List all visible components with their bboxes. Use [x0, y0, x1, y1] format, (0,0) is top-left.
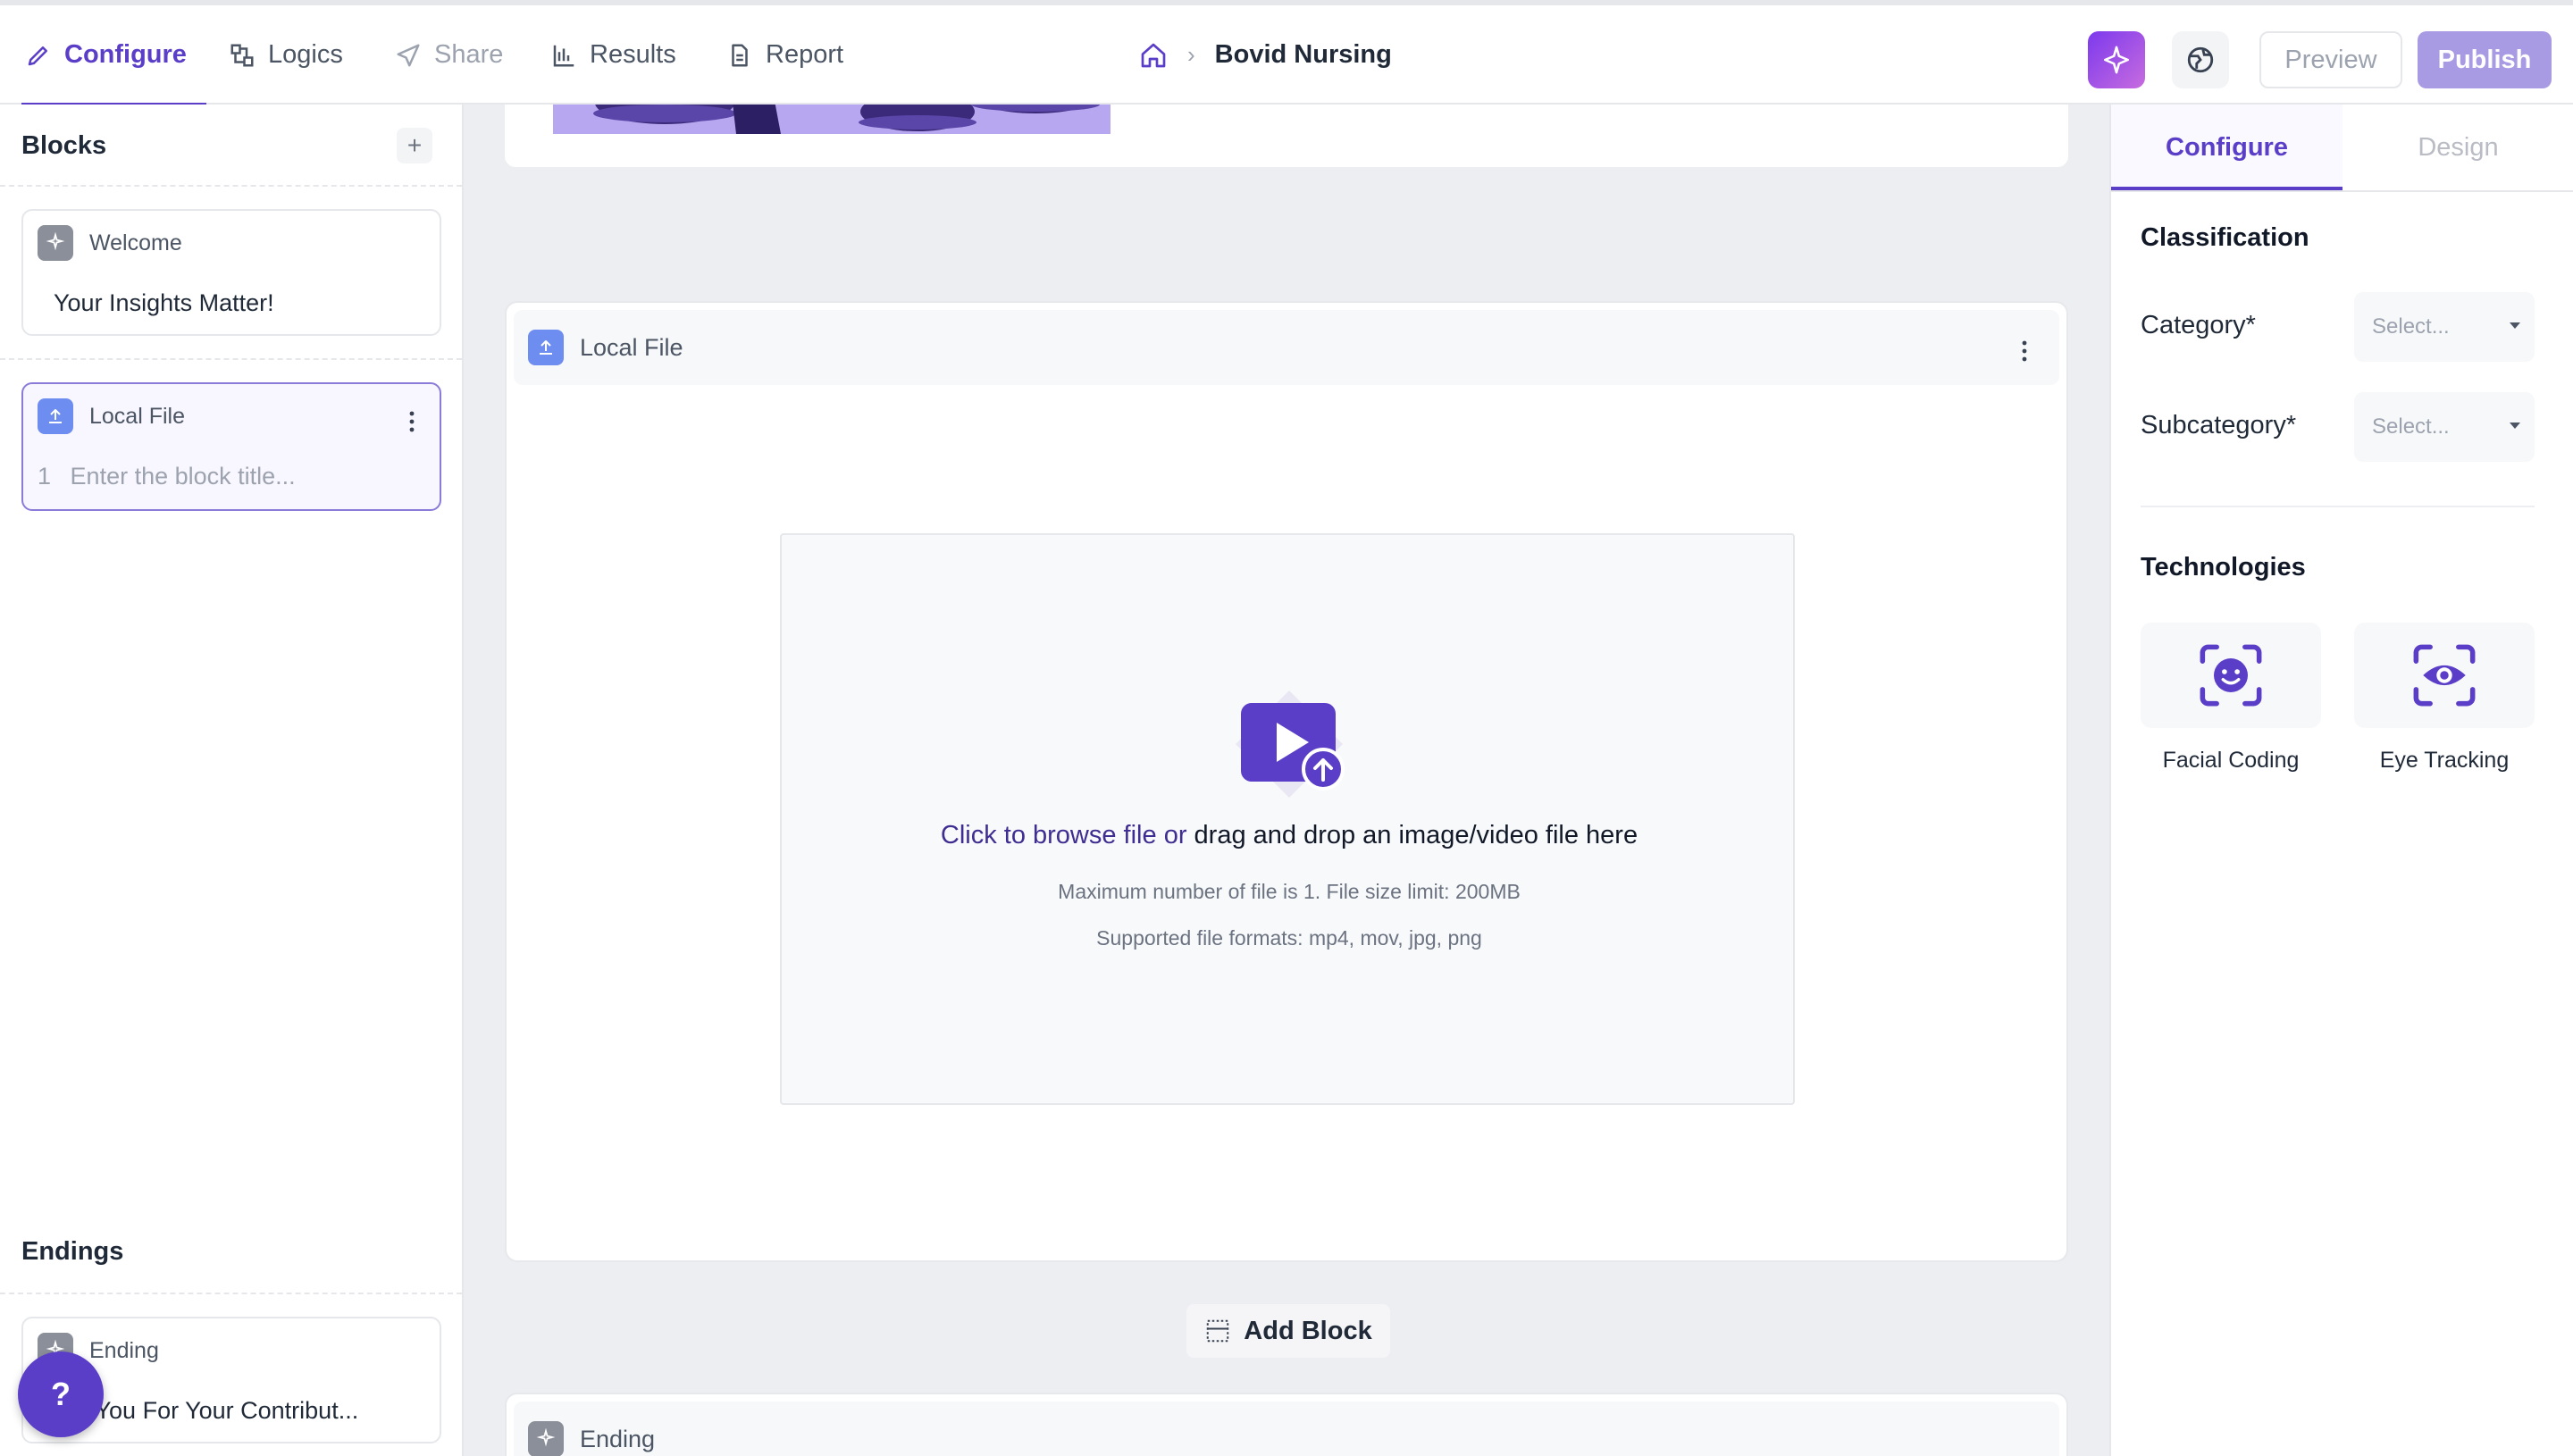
tab-label: Share [434, 40, 504, 69]
block-type-label: Ending [89, 1337, 159, 1363]
upload-icon [38, 398, 73, 434]
block-title: Your Insights Matter! [54, 289, 274, 316]
block-card-welcome[interactable]: Welcome Your Insights Matter! [21, 209, 441, 336]
breadcrumb: › Bovid Nursing [1139, 5, 1392, 105]
block-type-label: Local File [580, 333, 683, 361]
welcome-block-preview [505, 105, 2068, 167]
top-bar: Configure Logics Share Results Report › … [0, 0, 2573, 106]
help-icon: ? [51, 1376, 71, 1412]
tab-logics[interactable]: Logics [229, 5, 343, 105]
drag-drop-text: drag and drop an image/video file here [1186, 821, 1639, 849]
sparkle-icon [528, 1421, 564, 1456]
face-scan-icon [2200, 644, 2262, 707]
classification-title: Classification [2141, 223, 2309, 252]
file-formats-text: Supported file formats: mp4, mov, jpg, p… [1096, 926, 1482, 950]
block-header: Local File [514, 310, 2059, 385]
local-file-block[interactable]: Local File Click to browse file or drag … [505, 301, 2068, 1262]
pencil-icon [28, 46, 47, 65]
eye-scan-icon [2413, 644, 2476, 707]
editor-canvas: Local File Click to browse file or drag … [464, 105, 2109, 1456]
sparkle-icon [38, 225, 73, 261]
endings-title: Endings [21, 1237, 124, 1266]
block-type-label: Local File [89, 403, 185, 429]
preview-button[interactable]: Preview [2259, 31, 2402, 88]
tab-report[interactable]: Report [726, 5, 843, 105]
add-block-button[interactable]: + [397, 128, 432, 163]
divider [2111, 190, 2573, 192]
video-upload-icon [1236, 690, 1345, 798]
blocks-sidebar: Blocks + Welcome Your Insights Matter! L… [0, 105, 464, 1456]
block-card-local-file[interactable]: Local File 1 Enter the block title... [21, 382, 441, 511]
tab-label: Results [590, 40, 676, 69]
home-icon[interactable] [1139, 41, 1168, 70]
file-limit-text: Maximum number of file is 1. File size l… [1058, 880, 1521, 903]
sparkle-icon [2103, 46, 2130, 74]
caret-down-icon [2510, 322, 2520, 329]
tech-label: Eye Tracking [2379, 748, 2510, 773]
breadcrumb-separator: › [1187, 41, 1195, 68]
document-icon [732, 44, 748, 66]
block-header: Ending [514, 1402, 2059, 1456]
tab-label: Configure [64, 40, 187, 69]
send-icon [397, 44, 420, 66]
ai-assistant-button[interactable] [2088, 31, 2145, 88]
blocks-title: Blocks [21, 131, 107, 160]
divider [0, 1293, 462, 1294]
publish-button[interactable]: Publish [2418, 31, 2552, 88]
browse-file-link[interactable]: Click to browse file or [941, 821, 1187, 849]
welcome-illustration [553, 105, 1110, 134]
tab-configure-panel[interactable]: Configure [2111, 105, 2343, 190]
help-button[interactable]: ? [18, 1351, 104, 1437]
subcategory-value: Select... [2372, 414, 2450, 439]
kebab-menu-icon[interactable] [2022, 340, 2027, 362]
language-button[interactable] [2172, 31, 2229, 88]
ending-title: k You For Your Contribut... [77, 1397, 359, 1424]
tech-tile[interactable] [2354, 623, 2535, 728]
subcategory-select[interactable]: Select... [2354, 392, 2535, 462]
technologies-title: Technologies [2141, 553, 2306, 582]
tech-label: Facial Coding [2162, 748, 2300, 773]
blocks-header: Blocks + [0, 105, 462, 187]
tab-label: Logics [268, 40, 343, 69]
dropzone-instructions: Click to browse file or drag and drop an… [782, 821, 1797, 850]
globe-icon [2187, 46, 2214, 73]
caret-down-icon [2510, 423, 2520, 429]
block-type-label: Welcome [89, 230, 182, 255]
tech-facial-coding[interactable]: Facial Coding [2141, 623, 2321, 774]
kebab-menu-icon[interactable] [409, 411, 415, 432]
block-type-label: Ending [580, 1425, 656, 1452]
bar-chart-icon [553, 45, 574, 66]
divider [0, 358, 462, 360]
subcategory-label: Subcategory* [2141, 411, 2297, 439]
tech-tile[interactable] [2141, 623, 2321, 728]
category-select[interactable]: Select... [2354, 292, 2535, 362]
upload-icon [528, 330, 564, 365]
divider [2141, 506, 2535, 507]
logic-flow-icon [230, 44, 254, 66]
add-block-icon [1207, 1319, 1229, 1343]
category-label: Category* [2141, 311, 2256, 339]
tab-results[interactable]: Results [550, 5, 676, 105]
breadcrumb-current[interactable]: Bovid Nursing [1215, 40, 1392, 70]
tab-label: Report [766, 40, 844, 69]
tab-design-panel[interactable]: Design [2343, 105, 2573, 190]
add-block-label: Add Block [1244, 1316, 1372, 1345]
tab-share[interactable]: Share [395, 5, 503, 105]
properties-panel: Configure Design Classification Category… [2109, 105, 2573, 1456]
file-dropzone[interactable]: Click to browse file or drag and drop an… [780, 533, 1795, 1105]
block-title-row[interactable]: 1 Enter the block title... [38, 463, 296, 490]
tech-eye-tracking[interactable]: Eye Tracking [2354, 623, 2535, 774]
block-number: 1 [38, 463, 52, 490]
ending-block[interactable]: Ending [505, 1393, 2068, 1456]
tab-configure[interactable]: Configure [21, 5, 206, 106]
block-title-input[interactable]: Enter the block title... [71, 463, 296, 490]
plus-icon: + [406, 131, 423, 159]
category-value: Select... [2372, 314, 2450, 339]
add-block-button[interactable]: Add Block [1185, 1302, 1392, 1360]
